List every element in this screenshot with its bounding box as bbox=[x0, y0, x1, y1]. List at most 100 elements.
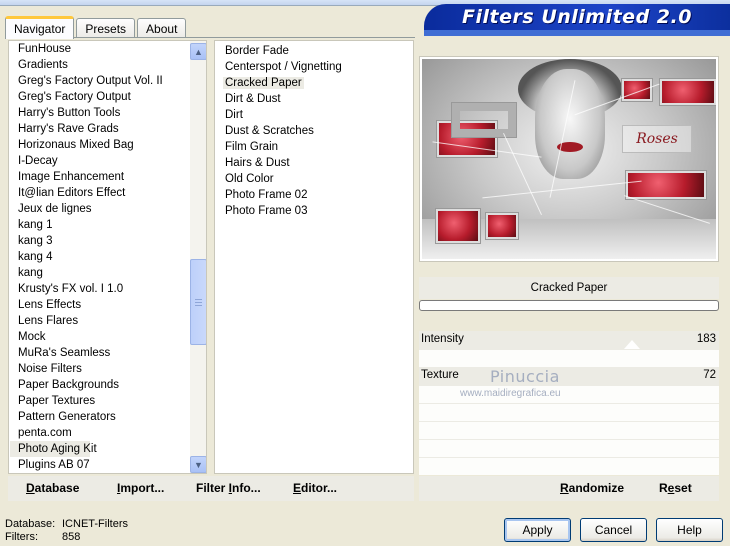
cancel-button[interactable]: Cancel bbox=[580, 518, 647, 542]
filter-item[interactable]: Centerspot / Vignetting bbox=[215, 59, 413, 75]
intensity-value: 183 bbox=[696, 333, 716, 345]
empty-slider bbox=[419, 439, 719, 457]
filters-count-label: Filters: bbox=[5, 531, 38, 543]
banner-title: Filters Unlimited 2.0 bbox=[462, 6, 692, 28]
watermark-url: www.maidiregrafica.eu bbox=[460, 388, 561, 399]
preview-rose-frame bbox=[626, 171, 706, 199]
category-item[interactable]: Photo Aging Kit bbox=[10, 441, 97, 457]
intensity-thumb[interactable] bbox=[624, 340, 640, 349]
filter-item[interactable]: Photo Frame 03 bbox=[215, 203, 413, 219]
category-item[interactable]: Noise Filters bbox=[10, 361, 189, 377]
filter-item-label: Dust & Scratches bbox=[225, 125, 314, 137]
filter-item-label: Photo Frame 02 bbox=[225, 189, 308, 201]
filter-item[interactable]: Photo Frame 02 bbox=[215, 187, 413, 203]
category-item[interactable]: kang 1 bbox=[10, 217, 189, 233]
filter-item[interactable]: Border Fade bbox=[215, 43, 413, 59]
database-button[interactable]: Database bbox=[26, 481, 79, 495]
category-item[interactable]: Gradients bbox=[10, 57, 189, 73]
scroll-up-button[interactable]: ▲ bbox=[190, 43, 206, 60]
category-item[interactable]: kang 4 bbox=[10, 249, 189, 265]
tab-presets[interactable]: Presets bbox=[76, 18, 136, 38]
slider-panel: Intensity 183 Texture 72 bbox=[419, 331, 719, 475]
texture-value: 72 bbox=[703, 369, 716, 381]
filter-item[interactable]: Dust & Scratches bbox=[215, 123, 413, 139]
texture-label: Texture bbox=[421, 369, 459, 381]
filter-item[interactable]: Old Color bbox=[215, 171, 413, 187]
category-item[interactable]: kang 3 bbox=[10, 233, 189, 249]
grip-icon bbox=[195, 298, 202, 306]
tab-navigator[interactable]: Navigator bbox=[5, 16, 75, 39]
category-item[interactable]: Image Enhancement bbox=[10, 169, 189, 185]
import-button[interactable]: Import... bbox=[117, 481, 164, 495]
preview-rose-frame bbox=[660, 79, 716, 105]
category-item[interactable]: Jeux de lignes bbox=[10, 201, 189, 217]
help-button[interactable]: Help bbox=[656, 518, 723, 542]
category-item[interactable]: Plugins AB 07 bbox=[10, 457, 189, 473]
preview-image: Roses bbox=[422, 59, 716, 259]
randomize-button[interactable]: Randomize bbox=[560, 481, 624, 495]
apply-button[interactable]: Apply bbox=[504, 518, 571, 542]
crack-line bbox=[482, 180, 642, 199]
category-toolbar: Database Import... Filter Info... Editor… bbox=[8, 476, 414, 501]
preview-rose-frame bbox=[622, 79, 652, 101]
progress-bar bbox=[419, 300, 719, 311]
preview-frame: Roses bbox=[419, 56, 719, 262]
category-item[interactable]: Harry's Button Tools bbox=[10, 105, 189, 121]
category-list-panel: FunHouse Gradients Greg's Factory Output V… bbox=[8, 40, 207, 474]
filter-item-label: Old Color bbox=[225, 173, 274, 185]
preview-face bbox=[535, 69, 605, 179]
filter-item-label: Border Fade bbox=[225, 45, 289, 57]
category-item[interactable]: Greg's Factory Output bbox=[10, 89, 189, 105]
reset-button[interactable]: Reset bbox=[659, 481, 692, 495]
category-scrollbar[interactable]: ▲ ▼ bbox=[190, 41, 206, 473]
category-item[interactable]: Lens Flares bbox=[10, 313, 189, 329]
database-status-label: Database: bbox=[5, 518, 56, 530]
filter-item-label: Photo Frame 03 bbox=[225, 205, 308, 217]
filter-item[interactable]: Dirt & Dust bbox=[215, 91, 413, 107]
category-item[interactable]: Lens Effects bbox=[10, 297, 189, 313]
filter-item[interactable]: Film Grain bbox=[215, 139, 413, 155]
filter-item-label: Dirt bbox=[225, 109, 243, 121]
empty-slider bbox=[419, 403, 719, 421]
filter-item-label: Hairs & Dust bbox=[225, 157, 290, 169]
tab-bar: Navigator Presets About bbox=[5, 14, 188, 39]
editor-button[interactable]: Editor... bbox=[293, 481, 337, 495]
category-item[interactable]: Harry's Rave Grads bbox=[10, 121, 189, 137]
intensity-slider[interactable]: Intensity 183 bbox=[419, 331, 719, 349]
scroll-thumb[interactable] bbox=[190, 259, 206, 345]
category-item[interactable]: I-Decay bbox=[10, 153, 189, 169]
category-item[interactable]: Mock bbox=[10, 329, 189, 345]
filter-item[interactable]: Hairs & Dust bbox=[215, 155, 413, 171]
category-item[interactable]: penta.com bbox=[10, 425, 189, 441]
banner-underline bbox=[424, 30, 730, 36]
preview-logo: Roses bbox=[622, 125, 692, 153]
category-item[interactable]: Pattern Generators bbox=[10, 409, 189, 425]
texture-slider[interactable]: Texture 72 bbox=[419, 367, 719, 385]
category-item[interactable]: Greg's Factory Output Vol. II bbox=[10, 73, 189, 89]
preset-toolbar: Randomize Reset bbox=[419, 476, 719, 501]
status-info: Database: ICNET-Filters Filters: 858 bbox=[5, 518, 128, 544]
app-banner: Filters Unlimited 2.0 bbox=[424, 4, 730, 30]
watermark-name: Pinuccia bbox=[490, 367, 560, 386]
empty-slider bbox=[419, 349, 719, 367]
filter-list: Border Fade Centerspot / Vignetting Cracke… bbox=[215, 41, 413, 219]
category-item[interactable]: Horizonaus Mixed Bag bbox=[10, 137, 189, 153]
category-item[interactable]: Paper Textures bbox=[10, 393, 189, 409]
filter-item[interactable]: Cracked Paper bbox=[215, 75, 413, 91]
empty-slider bbox=[419, 457, 719, 475]
category-item[interactable]: kang bbox=[10, 265, 189, 281]
category-item[interactable]: Paper Backgrounds bbox=[10, 377, 189, 393]
scroll-down-button[interactable]: ▼ bbox=[190, 456, 206, 473]
category-item[interactable]: MuRa's Seamless bbox=[10, 345, 189, 361]
preview-rose-frame bbox=[486, 213, 518, 239]
filter-item-label: Film Grain bbox=[225, 141, 279, 153]
selected-filter-name: Cracked Paper bbox=[419, 277, 719, 299]
filter-item[interactable]: Dirt bbox=[215, 107, 413, 123]
tab-about[interactable]: About bbox=[137, 18, 187, 38]
category-item[interactable]: FunHouse bbox=[10, 41, 189, 57]
filter-info-button[interactable]: Filter Info... bbox=[196, 481, 261, 495]
category-item[interactable]: Krusty's FX vol. I 1.0 bbox=[10, 281, 189, 297]
intensity-label: Intensity bbox=[421, 333, 464, 345]
category-item[interactable]: It@lian Editors Effect bbox=[10, 185, 189, 201]
preview-frame-outline bbox=[452, 103, 516, 137]
